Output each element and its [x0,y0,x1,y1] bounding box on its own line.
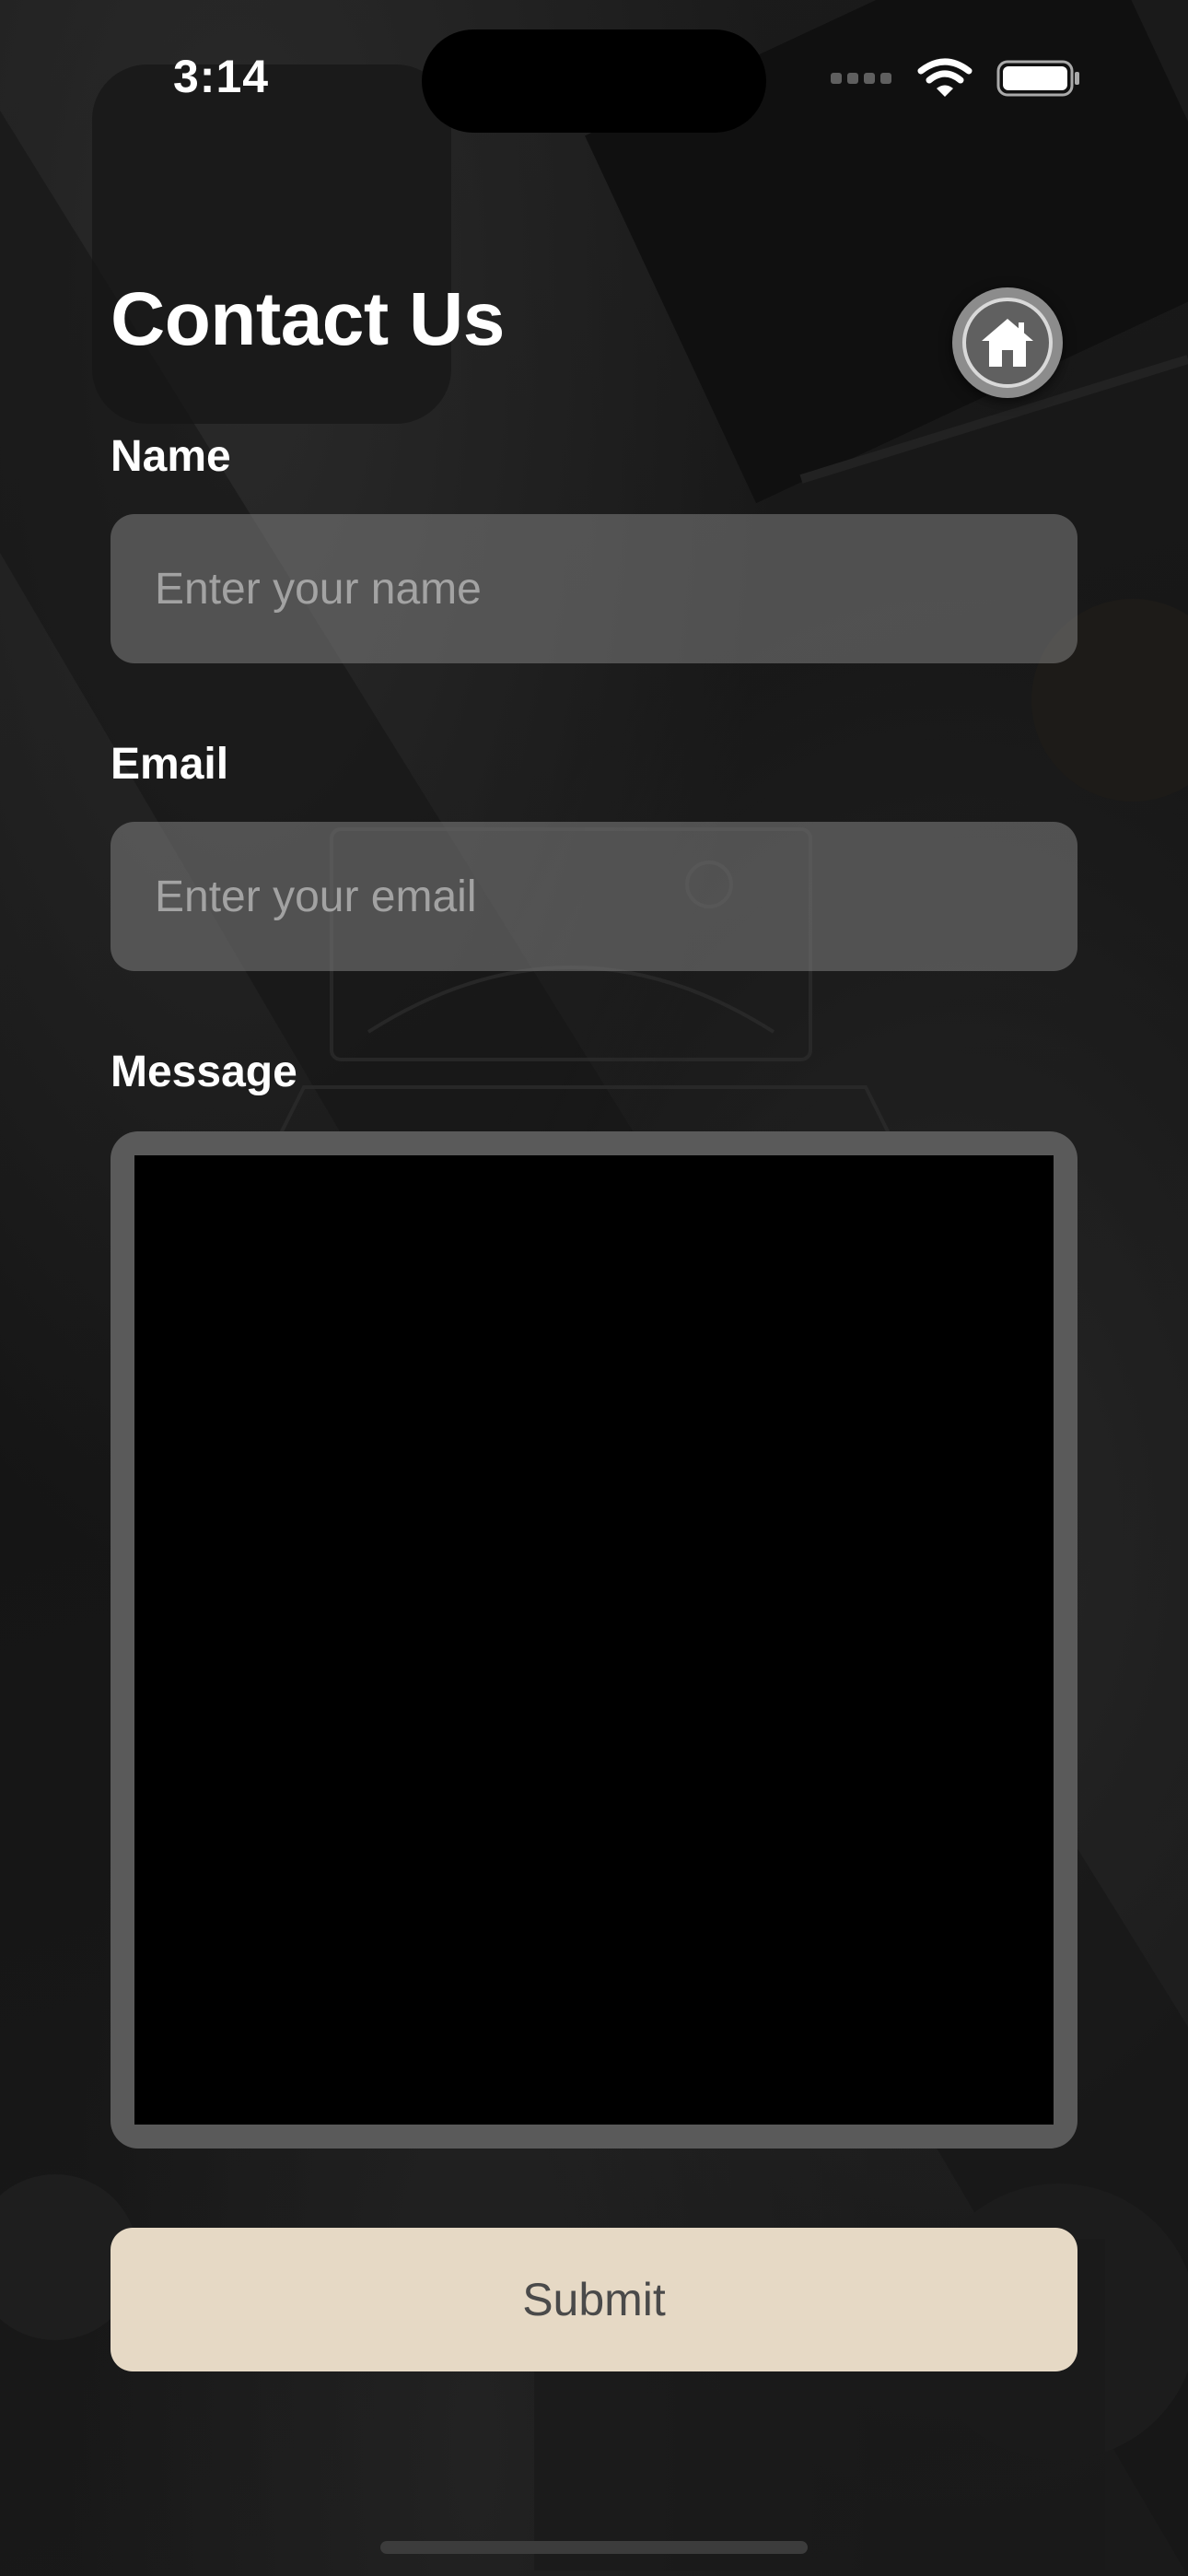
status-time: 3:14 [173,51,270,102]
message-label: Message [111,1048,297,1096]
page-title: Contact Us [111,277,505,361]
dynamic-island [422,29,766,133]
email-input[interactable] [111,822,1077,971]
submit-button[interactable]: Submit [111,2228,1077,2371]
message-frame [111,1131,1077,2149]
email-label: Email [111,740,229,789]
contact-screen: 3:14 Contact Us Name Enter your name Ema… [0,0,1188,2576]
home-icon [982,319,1033,367]
home-button[interactable] [952,287,1063,398]
cellular-dots-icon [831,73,891,84]
home-indicator [380,2541,808,2554]
name-input[interactable] [111,514,1077,663]
battery-icon [996,60,1079,97]
wifi-icon [917,58,973,97]
home-button-inner [962,298,1053,388]
status-icons [831,55,1081,101]
message-textarea[interactable] [134,1155,1054,2125]
name-label: Name [111,432,231,481]
